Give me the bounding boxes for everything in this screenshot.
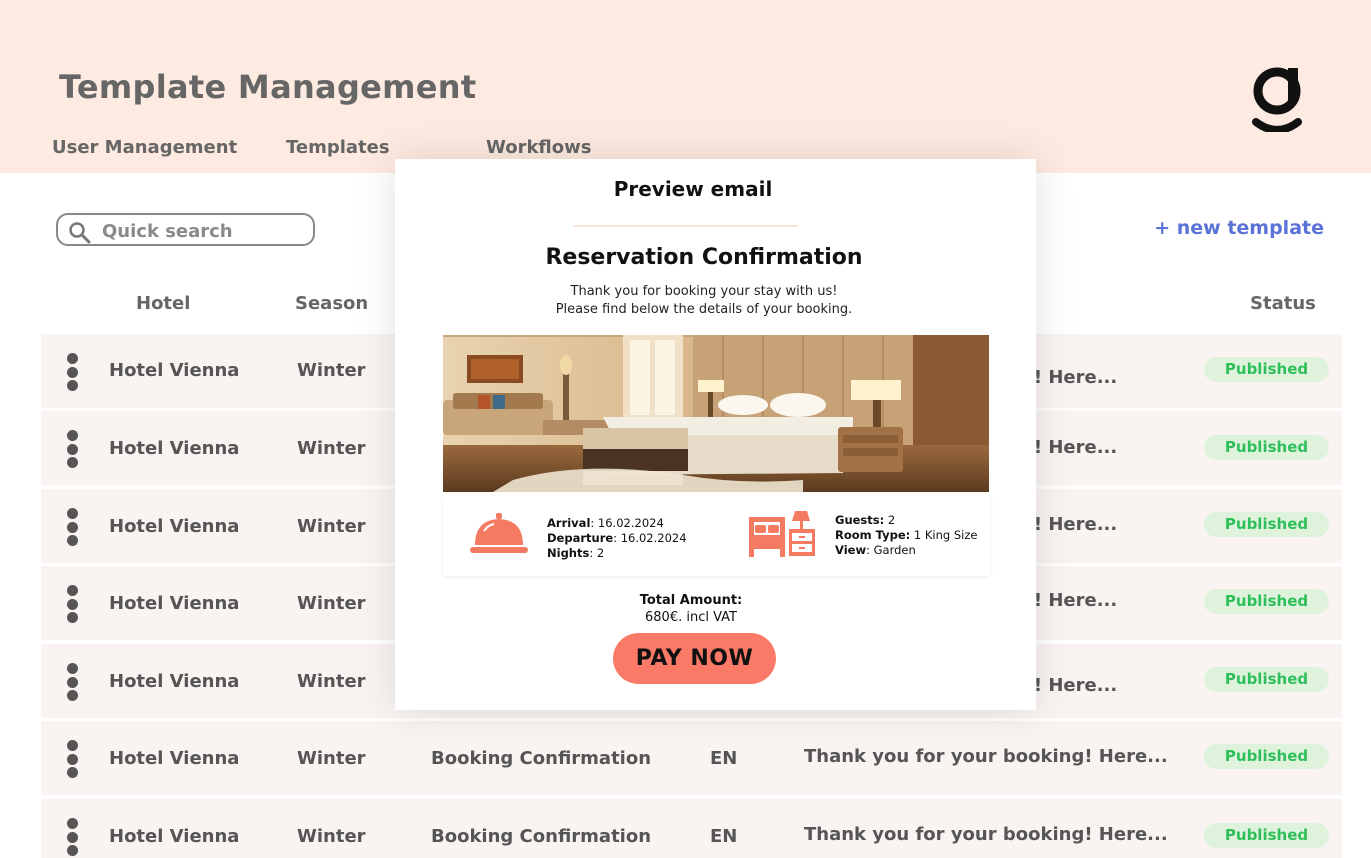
season-cell: Winter [297,438,366,459]
guests-value: 2 [884,513,896,527]
kebab-menu-icon[interactable] [67,740,79,778]
hotel-cell: Hotel Vienna [109,593,240,614]
bed-nightstand-icon [749,511,815,557]
pay-now-button[interactable]: PAY NOW [613,633,776,684]
arrival-label: Arrival [547,516,591,530]
status-badge: Published [1204,512,1329,537]
status-badge: Published [1204,435,1329,460]
season-cell: Winter [297,360,366,381]
arrival-departure-details: Arrival: 16.02.2024 Departure: 16.02.202… [547,516,687,561]
hotel-cell: Hotel Vienna [109,516,240,537]
room-details: Guests: 2 Room Type: 1 King Size View: G… [835,513,977,558]
hotel-cell: Hotel Vienna [109,438,240,459]
header-bar: Template Management User Management Temp… [0,0,1371,173]
column-header-season[interactable]: Season [295,293,368,314]
status-badge: Published [1204,744,1329,769]
kebab-menu-icon[interactable] [67,508,79,546]
nav-templates[interactable]: Templates [286,137,390,158]
modal-divider [573,225,798,227]
guests-label: Guests: [835,513,885,527]
logo-g-icon[interactable] [1252,64,1302,132]
kebab-menu-icon[interactable] [67,430,79,468]
booking-details-box: Arrival: 16.02.2024 Departure: 16.02.202… [443,496,990,576]
preview-email-modal: Preview email Reservation Confirmation T… [395,159,1036,710]
template-cell: Booking Confirmation [431,826,652,847]
column-header-status[interactable]: Status [1250,293,1316,314]
email-heading: Reservation Confirmation [545,245,863,270]
email-intro: Thank you for booking your stay with us!… [395,283,1013,319]
nav-workflows[interactable]: Workflows [486,137,591,158]
page-title: Template Management [59,68,477,106]
email-intro-line1: Thank you for booking your stay with us! [570,284,838,299]
nights-value: : 2 [589,546,605,560]
kebab-menu-icon[interactable] [67,585,79,623]
season-cell: Winter [297,826,366,847]
service-bell-icon [470,513,528,553]
language-cell: EN [710,826,738,847]
season-cell: Winter [297,748,366,769]
status-badge: Published [1204,667,1329,692]
nav-user-management[interactable]: User Management [52,137,237,158]
search-input[interactable] [100,217,309,245]
column-header-hotel[interactable]: Hotel [136,293,190,314]
departure-value: : 16.02.2024 [613,531,687,545]
search-icon [69,222,91,244]
hotel-cell: Hotel Vienna [109,748,240,769]
season-cell: Winter [297,593,366,614]
departure-label: Departure [547,531,614,545]
view-value: : Garden [866,543,916,557]
email-intro-line2: Please find below the details of your bo… [555,302,853,317]
kebab-menu-icon[interactable] [67,353,79,391]
season-cell: Winter [297,516,366,537]
language-cell: EN [710,748,738,769]
template-cell: Booking Confirmation [431,748,652,769]
status-badge: Published [1204,823,1329,848]
arrival-value: : 16.02.2024 [590,516,664,530]
room-type-label: Room Type: [835,528,911,542]
hotel-cell: Hotel Vienna [109,826,240,847]
search-box[interactable] [56,213,315,246]
total-value: 680€. incl VAT [645,610,737,625]
new-template-button[interactable]: + new template [1154,217,1324,239]
hotel-room-image [443,335,989,492]
hotel-cell: Hotel Vienna [109,671,240,692]
room-type-value: 1 King Size [910,528,978,542]
preview-cell: Thank you for your booking! Here... [804,746,1168,767]
total-label: Total Amount: [639,593,743,608]
nights-label: Nights [547,546,590,560]
status-badge: Published [1204,357,1329,382]
total-amount: Total Amount: 680€. incl VAT [395,592,987,626]
season-cell: Winter [297,671,366,692]
status-badge: Published [1204,589,1329,614]
preview-cell: Thank you for your booking! Here... [804,824,1168,845]
table-row[interactable]: Hotel Vienna Winter Booking Confirmation… [41,799,1342,858]
modal-title: Preview email [613,177,773,201]
kebab-menu-icon[interactable] [67,818,79,856]
table-row[interactable]: Hotel Vienna Winter Booking Confirmation… [41,721,1342,795]
kebab-menu-icon[interactable] [67,663,79,701]
view-label: View [835,543,867,557]
hotel-cell: Hotel Vienna [109,360,240,381]
